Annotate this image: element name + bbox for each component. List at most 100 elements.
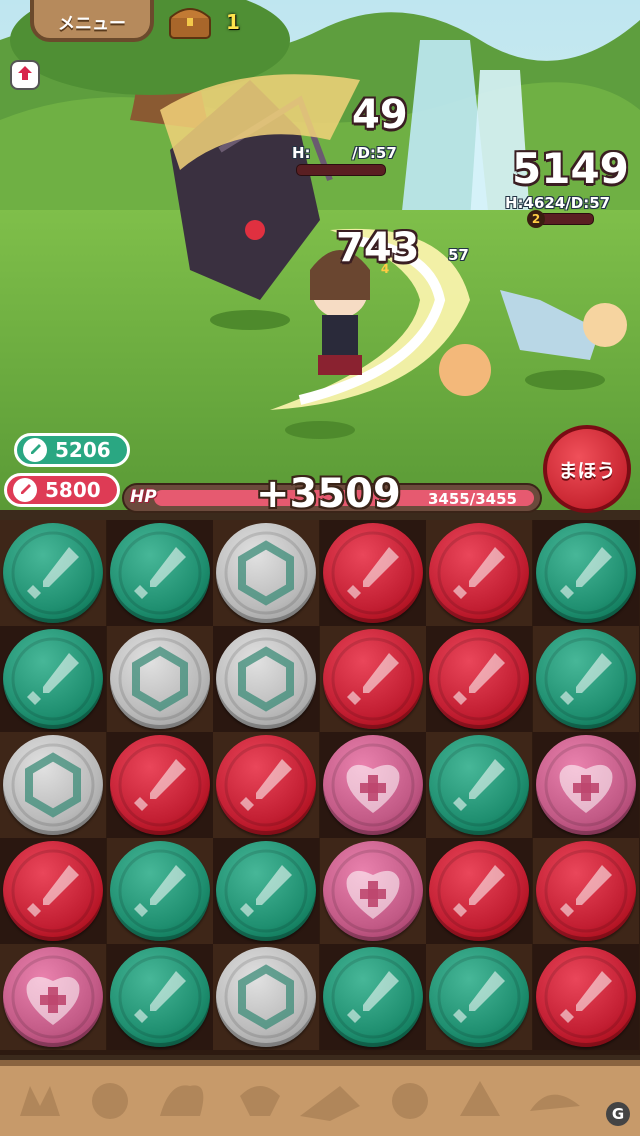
- sword-icon: [331, 955, 415, 1039]
- decorative-silhouettes: [20, 1081, 580, 1121]
- sword-icon: [437, 743, 521, 827]
- sword-icon: [118, 849, 202, 933]
- red-orb[interactable]: [3, 841, 103, 941]
- sword-icon: [437, 531, 521, 615]
- board-cell: [107, 626, 213, 732]
- heart-icon: [11, 955, 95, 1039]
- hexagon-icon: [224, 637, 308, 721]
- board-cell: [533, 626, 639, 732]
- pink-orb[interactable]: [536, 735, 636, 835]
- green-orb[interactable]: [536, 523, 636, 623]
- sword-icon: [331, 531, 415, 615]
- silver-orb[interactable]: [110, 629, 210, 729]
- green-orb[interactable]: [536, 629, 636, 729]
- enemy-stats-top: H:: [292, 144, 311, 162]
- puzzle-board: [0, 520, 640, 1055]
- enemy-turn-badge-right: 2: [527, 210, 545, 228]
- board-cell: [320, 520, 426, 626]
- red-orb[interactable]: [429, 523, 529, 623]
- heart-icon: [331, 849, 415, 933]
- board-cell: [213, 944, 319, 1050]
- pink-orb[interactable]: [323, 735, 423, 835]
- green-orb[interactable]: [110, 841, 210, 941]
- silver-orb[interactable]: [216, 629, 316, 729]
- heart-icon: [331, 743, 415, 827]
- damage-number-right: 5149: [512, 144, 629, 193]
- board-cell: [426, 944, 532, 1050]
- green-orb[interactable]: [3, 629, 103, 729]
- sword-icon: [437, 955, 521, 1039]
- enemy-stats-mid: 57: [448, 246, 469, 264]
- board-cell: [0, 838, 106, 944]
- silver-orb[interactable]: [3, 735, 103, 835]
- green-orb[interactable]: [429, 735, 529, 835]
- board-cell: [426, 838, 532, 944]
- treasure-chest-icon: [168, 4, 212, 40]
- red-orb[interactable]: [216, 735, 316, 835]
- bottom-bar: G: [0, 1060, 640, 1136]
- sword-icon: [118, 743, 202, 827]
- green-orb[interactable]: [429, 947, 529, 1047]
- menu-button[interactable]: メニュー: [30, 0, 154, 42]
- green-orb[interactable]: [110, 947, 210, 1047]
- damage-number-top: 49: [352, 92, 408, 138]
- enemy-hp-bar-top: [296, 164, 386, 176]
- escape-button[interactable]: [10, 60, 40, 90]
- sword-icon: [118, 955, 202, 1039]
- sword-icon: [11, 531, 95, 615]
- board-cell: [107, 838, 213, 944]
- green-orb[interactable]: [110, 523, 210, 623]
- hexagon-icon: [224, 531, 308, 615]
- sword-icon: [11, 849, 95, 933]
- board-cell: [107, 520, 213, 626]
- sword-icon: [544, 955, 628, 1039]
- pink-orb[interactable]: [3, 947, 103, 1047]
- green-orb[interactable]: [3, 523, 103, 623]
- board-cell: [0, 626, 106, 732]
- board-cell: [0, 732, 106, 838]
- sword-icon: [23, 438, 47, 462]
- board-cell: [107, 944, 213, 1050]
- sword-icon: [544, 849, 628, 933]
- board-cell: [320, 838, 426, 944]
- chest-count: 1: [226, 10, 240, 34]
- magic-button[interactable]: まほう: [543, 425, 631, 513]
- board-cell: [107, 732, 213, 838]
- hexagon-icon: [118, 637, 202, 721]
- board-cell: [426, 626, 532, 732]
- board-cell: [213, 732, 319, 838]
- hp-text: 3455/3455: [428, 490, 517, 508]
- sword-icon: [437, 849, 521, 933]
- board-cell: [320, 944, 426, 1050]
- enemy-stats-top-suffix: /D:57: [352, 144, 397, 162]
- hexagon-icon: [224, 955, 308, 1039]
- green-orb[interactable]: [323, 947, 423, 1047]
- red-orb[interactable]: [323, 523, 423, 623]
- hp-label: HP: [130, 487, 157, 507]
- silver-orb[interactable]: [216, 523, 316, 623]
- red-attack-pill: 5800: [4, 473, 120, 507]
- red-orb[interactable]: [429, 629, 529, 729]
- heart-icon: [544, 743, 628, 827]
- board-cell: [213, 520, 319, 626]
- board-cell: [320, 626, 426, 732]
- silver-orb[interactable]: [216, 947, 316, 1047]
- sword-icon: [13, 478, 37, 502]
- red-orb[interactable]: [110, 735, 210, 835]
- red-attack-value: 5800: [45, 478, 101, 502]
- green-attack-pill: 5206: [14, 433, 130, 467]
- red-orb[interactable]: [429, 841, 529, 941]
- sword-icon: [544, 637, 628, 721]
- board-cell: [426, 520, 532, 626]
- pink-orb[interactable]: [323, 841, 423, 941]
- red-orb[interactable]: [536, 841, 636, 941]
- sword-icon: [118, 531, 202, 615]
- board-cell: [320, 732, 426, 838]
- red-orb[interactable]: [536, 947, 636, 1047]
- enemy-stats-right: H:4624/D:57: [505, 194, 611, 212]
- sword-icon: [224, 849, 308, 933]
- heal-amount: +3509: [256, 471, 401, 517]
- red-orb[interactable]: [323, 629, 423, 729]
- green-orb[interactable]: [216, 841, 316, 941]
- board-cell: [0, 944, 106, 1050]
